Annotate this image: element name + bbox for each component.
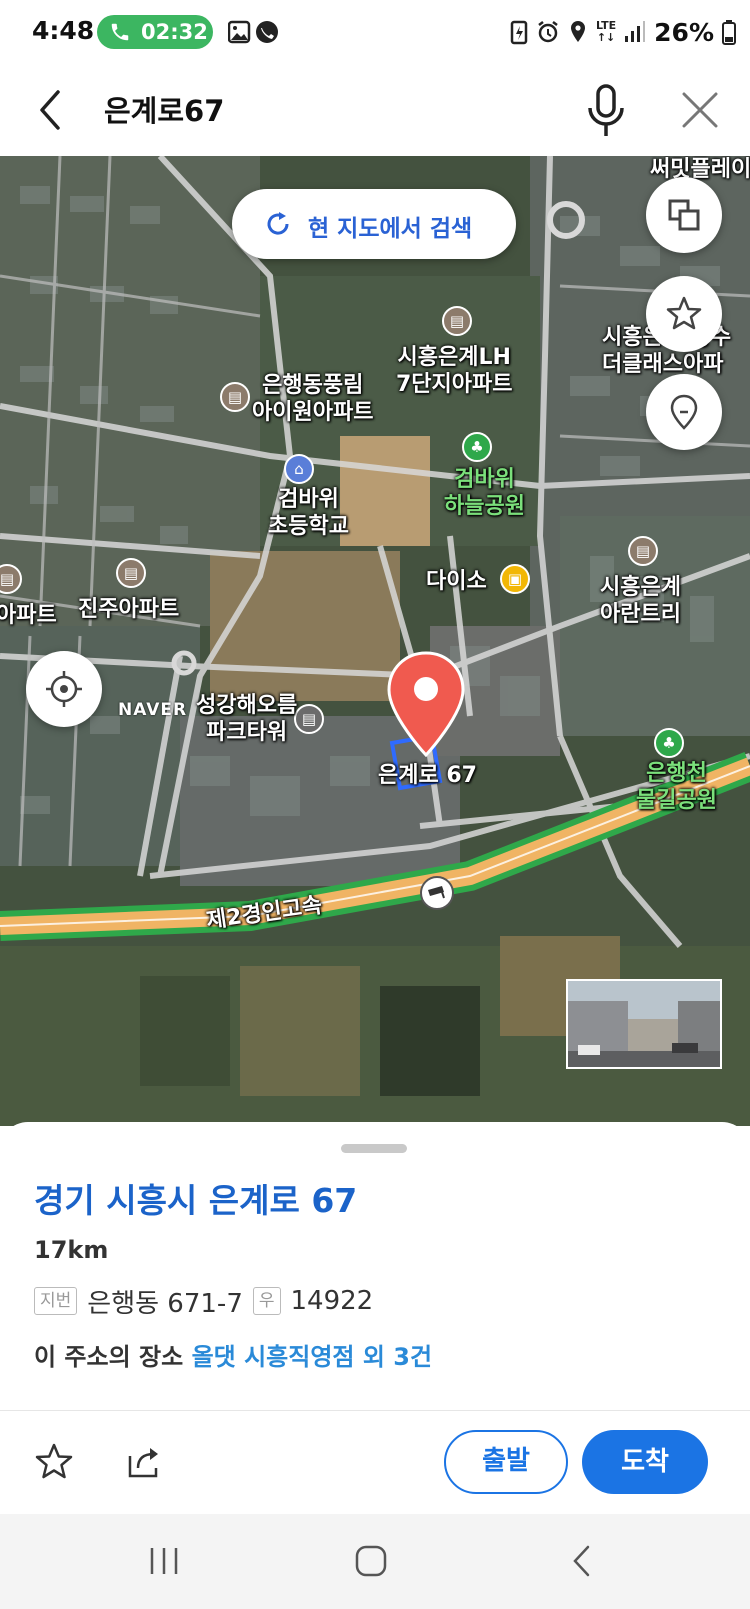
call-indicator[interactable]: 02:32 xyxy=(97,15,213,49)
map-label-daiso: 다이소 xyxy=(426,569,487,594)
share-icon[interactable] xyxy=(124,1442,164,1482)
system-nav-bar xyxy=(0,1514,750,1609)
apartment-icon[interactable]: ▤ xyxy=(628,536,658,566)
school-icon[interactable]: ⌂ xyxy=(284,454,314,484)
street-view-thumbnail[interactable] xyxy=(566,979,722,1069)
map-label-apt-left: 아파트 xyxy=(0,603,57,628)
map-label-lh7: 시흥은계LH 7단지아파트 xyxy=(396,345,513,397)
sheet-divider xyxy=(0,1410,750,1411)
place-info-sheet: 경기 시흥시 은계로 67 17km 지번 은행동 671-7 우 14922 … xyxy=(0,1122,750,1514)
phone-icon xyxy=(111,23,129,41)
building-icon[interactable]: ▤ xyxy=(294,704,324,734)
battery-icon xyxy=(722,20,736,45)
naver-logo: NAVER xyxy=(118,700,188,720)
map-label-geombawi-park: 검바위 하늘공원 xyxy=(444,467,525,519)
shopping-icon[interactable]: ▣ xyxy=(500,564,530,594)
alarm-icon xyxy=(538,21,558,43)
postal-tag: 우 xyxy=(252,1287,281,1315)
apartment-icon[interactable]: ▤ xyxy=(116,558,146,588)
locate-me-icon xyxy=(46,671,82,707)
mic-icon[interactable] xyxy=(584,78,628,142)
close-icon[interactable] xyxy=(676,84,724,136)
location-pin-icon xyxy=(670,394,698,430)
call-timer: 02:32 xyxy=(141,20,208,44)
apartment-icon[interactable]: ▤ xyxy=(442,306,472,336)
favorite-map-button[interactable] xyxy=(646,276,722,352)
apartment-icon[interactable]: ▤ xyxy=(0,564,22,594)
star-icon[interactable] xyxy=(34,1442,74,1482)
map-label-school: 검바위 초등학교 xyxy=(268,487,349,539)
location-icon xyxy=(570,21,585,42)
star-icon xyxy=(666,296,702,330)
lot-number: 은행동 671-7 xyxy=(87,1288,243,1319)
satellite-map[interactable]: ▤ ▤ ⌂ ♣ ▣ ▤ ▤ ▤ ▤ ♣ 써밋플레이 시흥은계LH 7단지아파트 … xyxy=(0,156,750,1126)
nav-back-icon[interactable] xyxy=(570,1544,594,1578)
status-time: 4:48 xyxy=(32,16,95,45)
search-query[interactable]: 은계로67 xyxy=(104,88,224,130)
distance: 17km xyxy=(34,1236,109,1264)
lot-tag: 지번 xyxy=(34,1287,78,1315)
map-layers-button[interactable] xyxy=(646,177,722,253)
address-details: 지번 은행동 671-7 우 14922 xyxy=(34,1284,374,1319)
map-label-eunhaengcheon: 은행천 물길공원 xyxy=(636,761,717,813)
search-this-area-button[interactable]: 현 지도에서 검색 xyxy=(232,189,516,259)
map-label-summit: 써밋플레이 xyxy=(650,157,750,182)
recent-apps-icon[interactable] xyxy=(148,1546,180,1576)
places-prefix: 이 주소의 장소 xyxy=(34,1343,184,1371)
status-icons: LTE ↑↓ 26% xyxy=(510,14,736,50)
park-icon[interactable]: ♣ xyxy=(462,432,492,462)
park-icon[interactable]: ♣ xyxy=(654,728,684,758)
apartment-icon[interactable]: ▤ xyxy=(220,382,250,412)
battery-saver-icon xyxy=(510,20,528,45)
signal-icon xyxy=(625,21,646,42)
map-label-eungyero67: 은계로 67 xyxy=(378,763,477,788)
arrive-button[interactable]: 도착 xyxy=(582,1430,708,1494)
refresh-icon xyxy=(267,212,289,235)
layers-icon xyxy=(668,199,700,231)
street-view-image xyxy=(568,981,720,1067)
map-label-arantree: 시흥은계 아란트리 xyxy=(600,575,681,627)
search-this-area-label: 현 지도에서 검색 xyxy=(308,216,473,242)
home-icon[interactable] xyxy=(354,1544,388,1578)
address-title[interactable]: 경기 시흥시 은계로 67 xyxy=(34,1174,357,1222)
back-icon[interactable] xyxy=(30,82,70,138)
my-location-button[interactable] xyxy=(26,651,102,727)
battery-percent: 26% xyxy=(654,17,714,47)
postal-code: 14922 xyxy=(290,1286,374,1316)
my-places-button[interactable] xyxy=(646,374,722,450)
map-label-park-tower: 성강해오름 파크타워 xyxy=(196,693,298,745)
places-at-address: 이 주소의 장소 올댓 시흥직영점 외 3건 xyxy=(34,1337,432,1372)
network-type: LTE ↑↓ xyxy=(595,19,617,44)
map-label-pungrim: 은행동풍림 아이원아파트 xyxy=(252,373,374,425)
places-link[interactable]: 올댓 시흥직영점 외 3건 xyxy=(192,1343,433,1371)
gallery-icon xyxy=(228,20,278,44)
cctv-icon[interactable] xyxy=(420,876,454,910)
location-pin-marker[interactable] xyxy=(386,651,466,757)
map-label-jinju: 진주아파트 xyxy=(78,597,180,622)
depart-button[interactable]: 출발 xyxy=(444,1430,568,1494)
search-header: 은계로67 xyxy=(0,64,750,156)
status-bar: 4:48 02:32 LTE ↑↓ 26% xyxy=(0,0,750,64)
sheet-drag-handle[interactable] xyxy=(341,1144,407,1153)
